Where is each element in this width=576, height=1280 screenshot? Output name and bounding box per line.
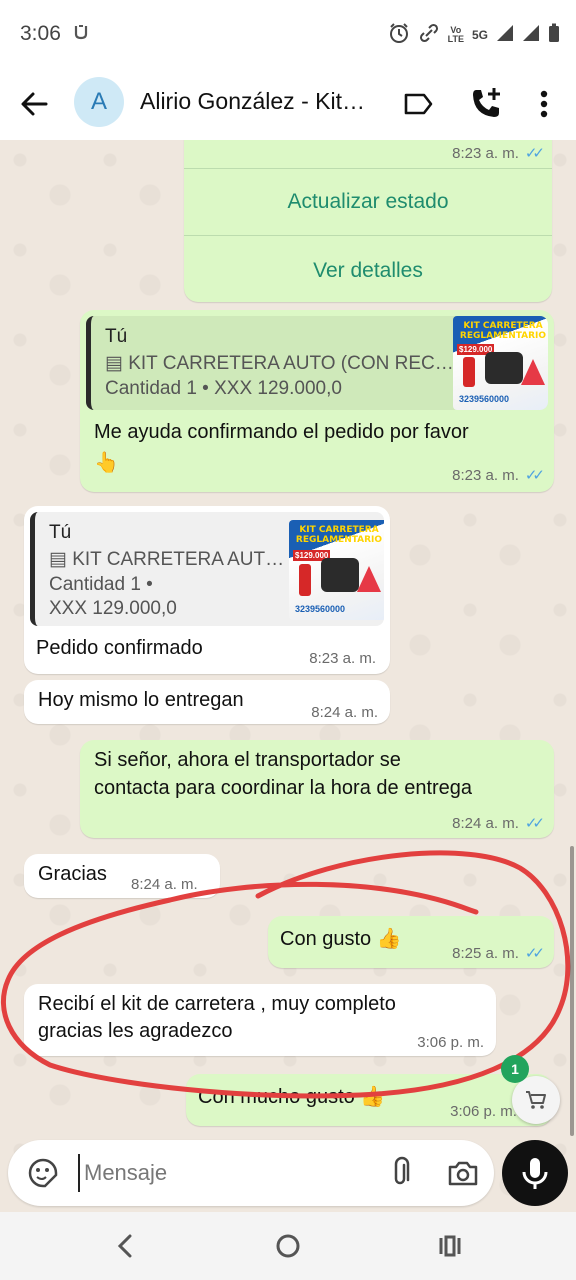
thumbs-up-emoji: 👍: [360, 1084, 386, 1108]
read-ticks-icon: ✓✓: [524, 467, 545, 484]
thumbs-up-emoji: 👍: [376, 926, 402, 950]
cart-badge: 1: [501, 1055, 529, 1083]
nav-back-button[interactable]: [108, 1230, 144, 1262]
chat-title[interactable]: Alirio González - Kit…: [140, 88, 365, 115]
message-time: 8:24 a. m.: [311, 704, 378, 721]
message-composer: [8, 1140, 494, 1206]
mic-button[interactable]: [502, 1140, 568, 1206]
signal-icon: [496, 24, 514, 45]
reply-message-bubble[interactable]: Tú ▤ KIT CARRETERA AUTO (CON REC… Cantid…: [80, 310, 554, 492]
message-text: Con mucho gusto 👍: [198, 1084, 386, 1108]
message-text: contacta para coordinar la hora de entre…: [94, 777, 473, 799]
product-thumbnail: KIT CARRETERA REGLAMENTARIO $129.000 3239…: [289, 520, 384, 620]
camera-button[interactable]: [446, 1156, 480, 1190]
paperclip-icon: [394, 1156, 410, 1185]
message-time: 8:23 a. m. ✓✓: [452, 145, 545, 162]
quoted-message[interactable]: Tú ▤ KIT CARRETERA AUTO (CON REC… Cantid…: [86, 316, 548, 410]
more-options-button[interactable]: [526, 82, 562, 126]
sticker-button[interactable]: [26, 1156, 60, 1190]
nav-home-button[interactable]: [272, 1230, 304, 1262]
status-icons: Vo LTE 5G: [388, 22, 560, 47]
read-ticks-icon: ✓✓: [524, 145, 545, 162]
message-bubble[interactable]: Hoy mismo lo entregan 8:24 a. m.: [24, 680, 390, 724]
message-time: 8:25 a. m. ✓✓: [452, 945, 545, 962]
link-icon: [418, 22, 440, 47]
home-circle-icon: [276, 1234, 300, 1258]
attach-button[interactable]: [384, 1156, 418, 1190]
update-status-button[interactable]: Actualizar estado: [184, 190, 552, 214]
message-text: Recibí el kit de carretera , muy complet…: [38, 993, 396, 1015]
status-time: 3:06: [20, 22, 61, 45]
add-call-button[interactable]: [464, 82, 508, 126]
quoted-message[interactable]: Tú ▤ KIT CARRETERA AUT… Cantidad 1 • XXX…: [30, 512, 384, 626]
volte-label: Vo LTE: [447, 24, 464, 44]
recents-icon: [439, 1235, 461, 1257]
message-bubble[interactable]: Recibí el kit de carretera , muy complet…: [24, 984, 496, 1056]
microphone-icon: [522, 1158, 548, 1189]
chat-area[interactable]: 8:23 a. m. ✓✓ Actualizar estado Ver detal…: [0, 140, 576, 1212]
quoted-author: Tú: [105, 326, 128, 347]
more-vert-icon: [540, 90, 548, 118]
message-text: Pedido confirmado: [36, 637, 203, 659]
message-time: 8:23 a. m. ✓✓: [452, 467, 545, 484]
label-icon: [404, 93, 433, 115]
quoted-product-title: ▤ KIT CARRETERA AUT…: [49, 549, 285, 570]
quoted-price: XXX 129.000,0: [49, 598, 177, 619]
message-input[interactable]: [78, 1154, 348, 1192]
phone-add-icon: [473, 88, 500, 117]
alarm-icon: [388, 22, 410, 47]
product-thumbnail: KIT CARRETERA REGLAMENTARIO $129.000 3239…: [453, 316, 548, 410]
pointing-up-emoji: 👆: [94, 450, 119, 474]
signal-icon: [522, 24, 540, 45]
quoted-author: Tú: [49, 522, 72, 543]
read-ticks-icon: ✓✓: [524, 945, 545, 962]
system-nav-bar: [0, 1212, 576, 1280]
message-bubble[interactable]: Con mucho gusto 👍 3:06 p. m.✓✓: [186, 1074, 552, 1126]
nav-recents-button[interactable]: [432, 1230, 468, 1262]
sticker-icon: [28, 1158, 58, 1188]
message-time: 8:24 a. m.: [131, 876, 198, 893]
message-time: 8:23 a. m.: [309, 650, 376, 667]
divider: [184, 235, 552, 236]
quoted-quantity: Cantidad 1 • XXX 129.000,0: [105, 378, 342, 399]
chevron-left-icon: [117, 1234, 132, 1258]
reply-message-bubble[interactable]: Tú ▤ KIT CARRETERA AUT… Cantidad 1 • XXX…: [24, 506, 390, 674]
message-text: gracias les agradezco: [38, 1020, 233, 1042]
view-details-button[interactable]: Ver detalles: [184, 259, 552, 283]
network-type: 5G: [471, 27, 488, 42]
message-text: Hoy mismo lo entregan: [38, 689, 244, 711]
divider: [184, 168, 552, 169]
quoted-product-title: ▤ KIT CARRETERA AUTO (CON REC…: [105, 353, 454, 374]
battery-icon: [548, 23, 560, 46]
order-message-bubble[interactable]: 8:23 a. m. ✓✓ Actualizar estado Ver detal…: [184, 140, 552, 302]
message-time: 8:24 a. m. ✓✓: [452, 815, 545, 832]
message-bubble[interactable]: Si señor, ahora el transportador se cont…: [80, 740, 554, 838]
message-text: Con gusto 👍: [280, 926, 402, 950]
message-bubble[interactable]: Con gusto 👍 8:25 a. m. ✓✓: [268, 916, 554, 968]
chat-header: A Alirio González - Kit…: [0, 68, 576, 140]
camera-icon: [448, 1161, 478, 1186]
message-bubble[interactable]: Gracias 8:24 a. m.: [24, 854, 220, 898]
label-button[interactable]: [398, 84, 438, 124]
message-text: Me ayuda confirmando el pedido por favor: [94, 421, 469, 443]
quoted-quantity: Cantidad 1 •: [49, 574, 153, 595]
message-text: Gracias: [38, 863, 107, 885]
arrow-left-icon: [21, 92, 48, 116]
read-ticks-icon: ✓✓: [524, 815, 545, 832]
status-bar: 3:06 Vo LTE 5G: [0, 0, 576, 68]
scrollbar[interactable]: [570, 846, 574, 1136]
message-text: Si señor, ahora el transportador se: [94, 749, 401, 771]
cart-icon: [526, 1091, 546, 1109]
avatar[interactable]: A: [74, 77, 124, 127]
message-time: 3:06 p. m.: [417, 1034, 484, 1051]
notification-icon: [74, 24, 88, 44]
cart-button[interactable]: [512, 1076, 560, 1124]
back-button[interactable]: [14, 82, 58, 126]
